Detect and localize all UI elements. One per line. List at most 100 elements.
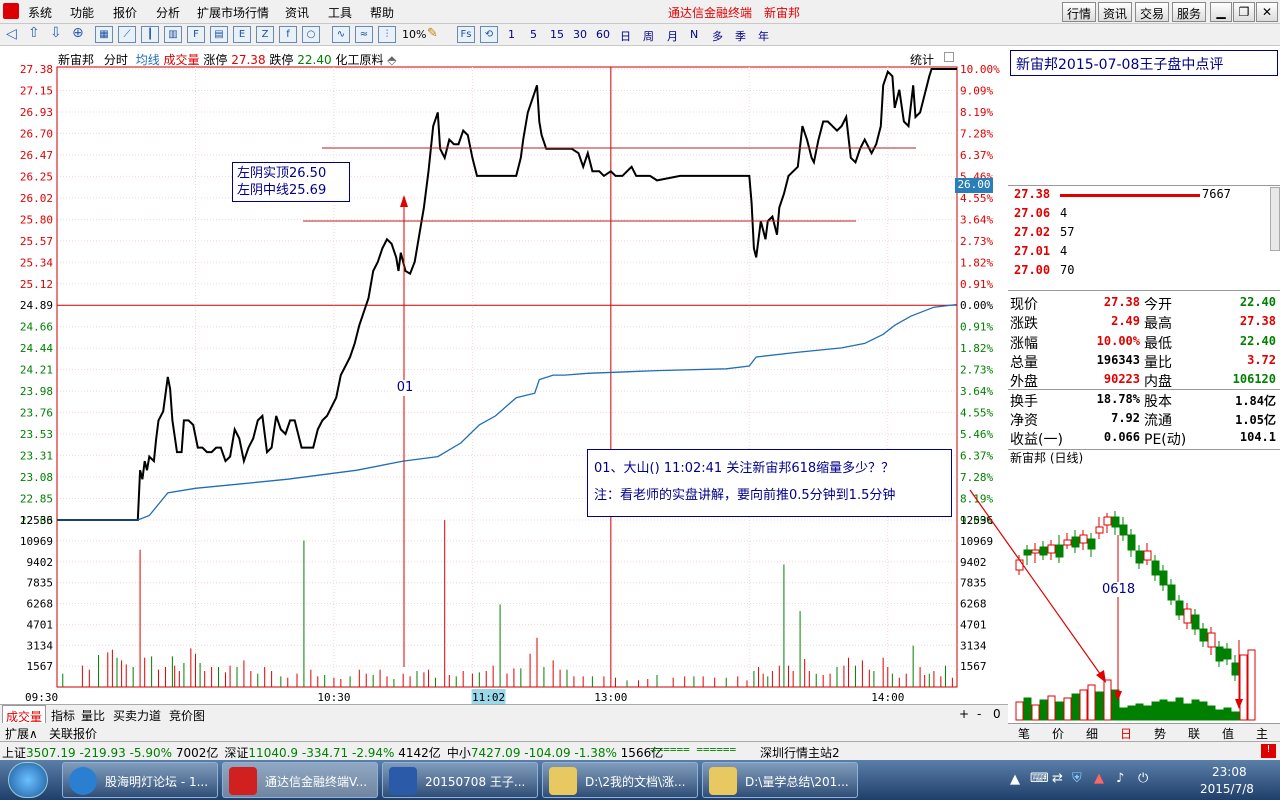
period-week-button[interactable]: 周 (643, 28, 654, 44)
period-day-button[interactable]: 日 (620, 28, 631, 44)
service-button[interactable]: 服务 (1172, 2, 1207, 22)
index-status[interactable]: 中小7427.09 -104.09 -1.38% 1566亿 (447, 746, 663, 760)
annotation-box-levels[interactable]: 左阴实顶26.50 左阴中线25.69 (232, 162, 350, 202)
kline-tab[interactable]: 主 (1256, 725, 1268, 742)
up-arrow-icon[interactable]: ⇧ (28, 25, 40, 41)
clock-date[interactable]: 2015/7/8 (1200, 782, 1254, 796)
wave-icon[interactable]: ∿ (332, 26, 350, 43)
index-status[interactable]: 上证3507.19 -219.93 -5.90% 7002亿 (2, 746, 218, 760)
kline-tab[interactable]: 细 (1086, 725, 1098, 742)
zoom-in-icon[interactable]: ⊕ (72, 25, 84, 41)
menu-item-quote[interactable]: 报价 (113, 4, 137, 21)
period-year-button[interactable]: 年 (758, 28, 769, 44)
menu-item-system[interactable]: 系统 (28, 4, 52, 21)
minimize-icon[interactable]: ▁ (1210, 2, 1232, 22)
volume-icon[interactable]: ▥ (164, 26, 182, 43)
fiz-icon[interactable]: Z (256, 26, 274, 43)
menu-item-tools[interactable]: 工具 (328, 4, 352, 21)
annotation-box-comment[interactable]: 01、大山() 11:02:41 关注新宙邦618缩量多少？？ 注：看老师的实盘… (587, 449, 952, 517)
period-5-button[interactable]: 5 (530, 28, 537, 41)
taskbar-item-tdx[interactable]: 通达信金融终端V... (222, 762, 378, 798)
start-button-icon[interactable] (8, 762, 48, 798)
kline-tab[interactable]: 联 (1188, 725, 1200, 742)
news-button[interactable]: 资讯 (1098, 2, 1133, 22)
menu-item-help[interactable]: 帮助 (370, 4, 394, 21)
period-month-button[interactable]: 月 (667, 28, 678, 44)
alert-icon[interactable]: ! (1261, 744, 1276, 758)
report-icon[interactable]: E (233, 26, 251, 43)
period-1-button[interactable]: 1 (508, 28, 515, 41)
zoom-plus-button[interactable]: + (956, 705, 972, 724)
kline-tab[interactable]: 势 (1154, 725, 1166, 742)
tray-alert-icon[interactable]: ▲ (1094, 771, 1104, 786)
line-chart-icon[interactable]: ⟋ (118, 26, 136, 43)
kline-icon[interactable]: ┃ (141, 26, 159, 43)
order-row[interactable]: 27.06 4 (1014, 206, 1274, 225)
app-logo-icon[interactable] (3, 3, 19, 19)
refresh-icon[interactable]: ⟲ (480, 26, 498, 43)
period-15-button[interactable]: 15 (550, 28, 564, 41)
order-row[interactable]: 27.01 4 (1014, 244, 1274, 263)
menu-item-news[interactable]: 资讯 (285, 4, 309, 21)
menu-item-function[interactable]: 功能 (70, 4, 94, 21)
daily-kline-chart[interactable] (1008, 465, 1280, 723)
zoom-minus-button[interactable]: - (974, 705, 984, 724)
review-title[interactable]: 新宙邦2015-07-08王子盘中点评 (1010, 50, 1278, 76)
kline-tab[interactable]: 值 (1222, 725, 1234, 742)
server-label[interactable]: 深圳行情主站2 (760, 744, 840, 761)
kline-tab[interactable]: 日 (1120, 725, 1132, 742)
formula-icon[interactable]: f (279, 26, 297, 43)
close-icon[interactable]: ✕ (1256, 2, 1278, 22)
candle-body (1103, 516, 1112, 526)
trade-button[interactable]: 交易 (1135, 2, 1170, 22)
tray-shield-icon[interactable]: ⛨ (1072, 771, 1082, 786)
tab-auction-chart[interactable]: 竞价图 (166, 705, 208, 724)
period-30-button[interactable]: 30 (573, 28, 587, 41)
circle-icon[interactable]: ○ (302, 26, 320, 43)
page-icon[interactable]: ▤ (210, 26, 228, 43)
tray-power-icon[interactable]: ⏻ (1138, 771, 1148, 786)
formula-box-icon[interactable]: Fs (457, 26, 475, 43)
kline-tab[interactable]: 笔 (1018, 725, 1030, 742)
taskbar-item-folder1[interactable]: D:\2我的文档\涨... (542, 762, 698, 798)
restore-icon[interactable]: ❐ (1233, 2, 1255, 22)
tab-indicator[interactable]: 指标 (48, 705, 78, 724)
right-panel: 新宙邦2015-07-08王子盘中点评 27.38 7667 27.06 4 27.02… (1008, 47, 1280, 747)
tray-volume-icon[interactable]: ♪ (1116, 771, 1124, 786)
period-n-button[interactable]: N (690, 28, 698, 41)
order-row[interactable]: 27.00 70 (1014, 263, 1274, 282)
f10-icon[interactable]: F (187, 26, 205, 43)
tab-volume[interactable]: 成交量 (2, 705, 47, 724)
tab-extend[interactable]: 扩展∧ (2, 723, 41, 742)
index-status[interactable]: 深证11040.9 -334.71 -2.94% 4142亿 (224, 746, 440, 760)
pencil-icon[interactable]: ✎ (427, 26, 438, 41)
down-arrow-icon[interactable]: ⇩ (50, 25, 62, 41)
kline-tab[interactable]: 价 (1052, 725, 1064, 742)
intraday-chart[interactable]: 27.38 10.00% 27.15 9.09% 26.93 8.19% 26.70 7.28… (0, 47, 1008, 704)
taskbar-item-word[interactable]: 20150708 王子... (382, 762, 538, 798)
trend-icon[interactable]: ≈ (355, 26, 373, 43)
bars-icon[interactable]: ⫶ (378, 26, 396, 43)
order-row[interactable]: 27.38 7667 (1014, 187, 1274, 206)
quotes-button[interactable]: 行情 (1062, 2, 1097, 22)
tab-related-quotes[interactable]: 关联报价 (46, 723, 100, 742)
taskbar-item-forum[interactable]: 股海明灯论坛 - 1... (62, 762, 218, 798)
tray-arrow-icon[interactable]: ▲ (1010, 772, 1020, 787)
zoom-reset-button[interactable]: 0 (990, 705, 1004, 724)
grid-icon[interactable]: ▦ (95, 26, 113, 43)
tray-keyboard-icon[interactable]: ⌨ (1030, 771, 1049, 786)
pct-10-button[interactable]: 10% (402, 28, 426, 41)
menu-item-analysis[interactable]: 分析 (156, 4, 180, 21)
back-icon[interactable]: ◁ (6, 26, 17, 42)
period-multi-button[interactable]: 多 (712, 28, 723, 44)
tab-volume-ratio[interactable]: 量比 (78, 705, 108, 724)
clock-time[interactable]: 23:08 (1212, 765, 1247, 779)
period-quarter-button[interactable]: 季 (735, 28, 746, 44)
tray-network-icon[interactable]: ⇄ (1052, 771, 1063, 786)
taskbar-item-folder2[interactable]: D:\量学总结\201... (702, 762, 858, 798)
order-row[interactable]: 27.02 57 (1014, 225, 1274, 244)
orderbook-scrollbar[interactable] (1270, 187, 1280, 251)
menu-item-extended-market[interactable]: 扩展市场行情 (197, 4, 269, 21)
period-60-button[interactable]: 60 (596, 28, 610, 41)
tab-buy-sell-force[interactable]: 买卖力道 (110, 705, 164, 724)
